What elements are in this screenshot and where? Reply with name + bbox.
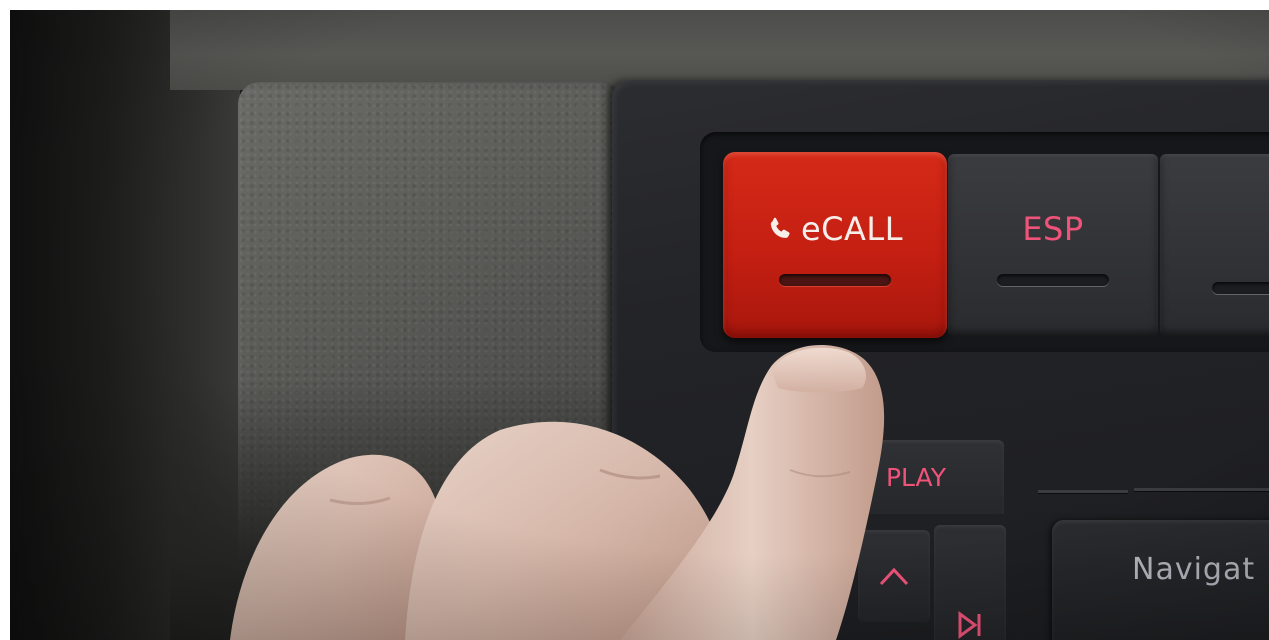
chevron-up-icon xyxy=(879,567,909,586)
leather-lower-shadow xyxy=(170,380,630,640)
ecall-button[interactable]: eCALL xyxy=(723,152,947,338)
navigation-button[interactable]: Navigat xyxy=(1052,520,1269,640)
skip-forward-button[interactable] xyxy=(934,525,1006,640)
display-label: PLAY xyxy=(885,462,946,492)
console-divider xyxy=(1134,488,1269,491)
car-dashboard-scene: eCALL ESP PLAY Navigat xyxy=(0,0,1269,640)
console-divider xyxy=(1038,490,1128,493)
ecall-label: eCALL xyxy=(800,210,904,248)
up-button[interactable] xyxy=(858,530,930,622)
ecall-indicator-slot xyxy=(779,274,891,286)
navigation-label: Navigat xyxy=(1132,552,1256,587)
display-button[interactable]: PLAY xyxy=(840,440,1004,514)
phone-icon xyxy=(770,217,790,238)
esp-label: ESP xyxy=(1022,210,1084,248)
top-leather-trim xyxy=(170,0,1269,90)
third-indicator-slot xyxy=(1212,282,1269,294)
skip-forward-icon xyxy=(958,611,981,639)
esp-indicator-slot xyxy=(997,274,1109,286)
esp-button[interactable]: ESP xyxy=(948,154,1158,336)
ecall-button-content: eCALL xyxy=(767,210,903,248)
unlabeled-console-button[interactable] xyxy=(1160,154,1269,336)
